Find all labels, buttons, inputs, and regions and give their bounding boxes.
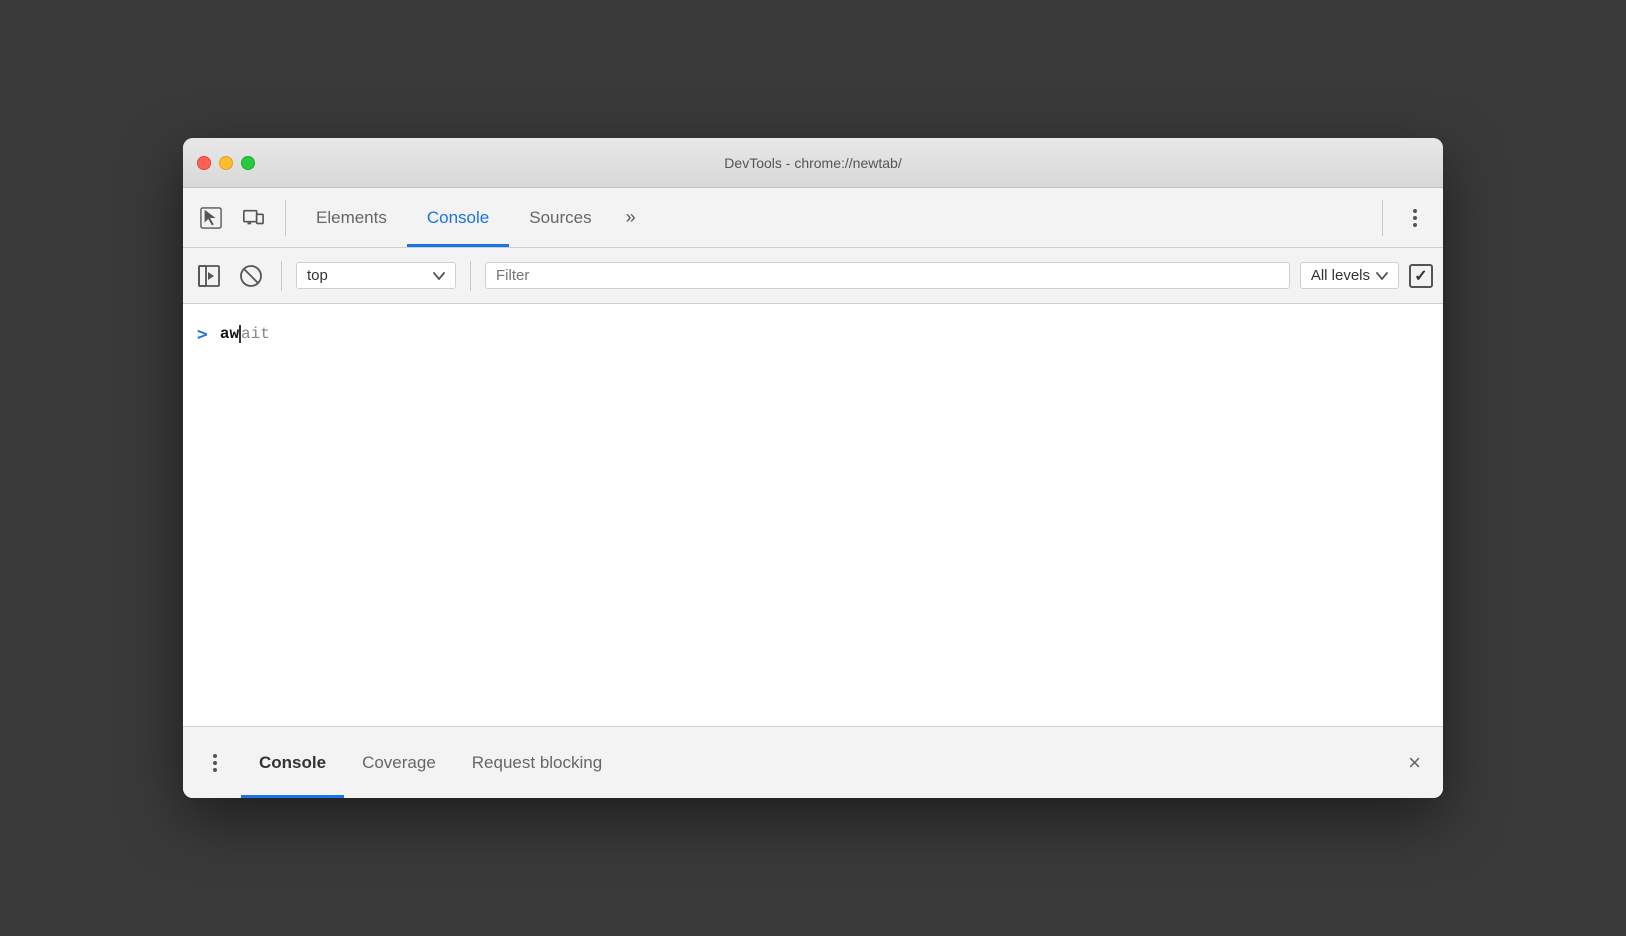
three-dots-icon <box>1413 209 1417 227</box>
minimize-button[interactable] <box>219 156 233 170</box>
console-toolbar: top All levels <box>183 248 1443 304</box>
more-options-button[interactable] <box>1397 200 1433 236</box>
maximize-button[interactable] <box>241 156 255 170</box>
filter-input-wrapper[interactable] <box>485 262 1290 289</box>
drawer-menu-button[interactable] <box>199 741 231 785</box>
devtools-panel: Elements Console Sources » <box>183 188 1443 798</box>
more-tabs-button[interactable]: » <box>612 188 650 247</box>
toolbar-divider-2 <box>470 261 471 291</box>
tab-sources[interactable]: Sources <box>509 188 611 247</box>
console-prompt-symbol: > <box>197 324 208 345</box>
titlebar: DevTools - chrome://newtab/ <box>183 138 1443 188</box>
devtools-window: DevTools - chrome://newtab/ <box>183 138 1443 798</box>
console-content: > await <box>183 304 1443 726</box>
close-button[interactable] <box>197 156 211 170</box>
tab-elements[interactable]: Elements <box>296 188 407 247</box>
device-toggle-button[interactable] <box>235 200 271 236</box>
console-typed-text: aw <box>220 325 239 343</box>
tab-console[interactable]: Console <box>407 188 509 247</box>
top-toolbar: Elements Console Sources » <box>183 188 1443 248</box>
bottom-drawer: Console Coverage Request blocking × <box>183 726 1443 798</box>
console-autocomplete-text: ait <box>241 325 270 343</box>
window-title: DevTools - chrome://newtab/ <box>724 155 901 171</box>
toolbar-icons <box>193 200 286 236</box>
clear-console-button[interactable] <box>235 260 267 292</box>
console-input-text[interactable]: await <box>220 325 270 343</box>
window-controls <box>197 156 255 170</box>
levels-dropdown-arrow-icon <box>1376 272 1388 280</box>
drawer-three-dots-icon <box>213 754 217 772</box>
drawer-tab-coverage[interactable]: Coverage <box>344 727 454 798</box>
show-console-sidebar-button[interactable] <box>193 260 225 292</box>
dropdown-arrow-icon <box>433 272 445 280</box>
toolbar-divider <box>281 261 282 291</box>
context-selector[interactable]: top <box>296 262 456 289</box>
toolbar-right <box>1382 200 1433 236</box>
close-drawer-button[interactable]: × <box>1402 744 1427 782</box>
context-label: top <box>307 267 425 284</box>
drawer-tab-request-blocking[interactable]: Request blocking <box>454 727 620 798</box>
filter-input[interactable] <box>496 267 1279 284</box>
main-nav-tabs: Elements Console Sources » <box>296 188 1382 247</box>
console-input-entry: > await <box>183 314 1443 354</box>
inspect-element-button[interactable] <box>193 200 229 236</box>
drawer-tabs: Console Coverage Request blocking <box>241 727 1402 798</box>
hide-network-checkbox[interactable] <box>1409 264 1433 288</box>
levels-dropdown[interactable]: All levels <box>1300 262 1399 289</box>
levels-label: All levels <box>1311 267 1370 284</box>
drawer-tab-console[interactable]: Console <box>241 727 344 798</box>
